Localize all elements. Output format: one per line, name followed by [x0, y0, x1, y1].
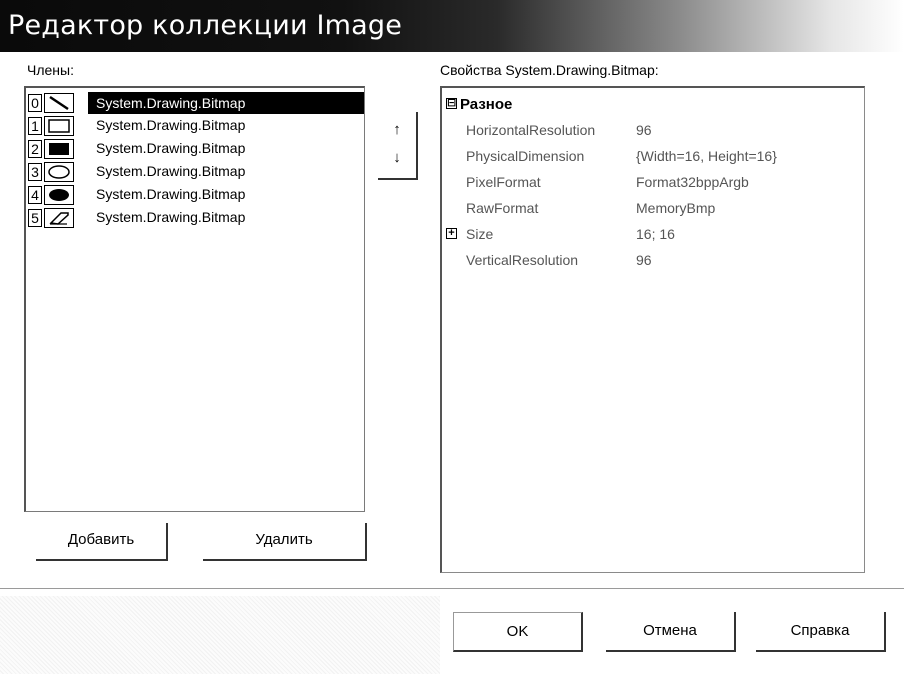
item-label: System.Drawing.Bitmap [96, 140, 246, 156]
property-value: {Width=16, Height=16} [636, 148, 777, 164]
property-value: MemoryBmp [636, 200, 716, 216]
property-row[interactable]: VerticalResolution 96 [442, 248, 862, 274]
ellipse-outline-icon [44, 162, 74, 182]
eraser-icon [44, 208, 74, 228]
item-label: System.Drawing.Bitmap [96, 209, 246, 225]
filled-ellipse-icon [44, 185, 74, 205]
move-down-button[interactable]: ↓ [378, 140, 418, 180]
property-row[interactable]: HorizontalResolution 96 [442, 118, 862, 144]
list-item[interactable]: 5 System.Drawing.Bitmap [28, 207, 363, 230]
ok-button[interactable]: OK [453, 612, 583, 652]
add-button[interactable]: Добавить [36, 523, 168, 561]
property-name: RawFormat [466, 200, 539, 216]
item-index: 5 [28, 209, 42, 227]
list-item[interactable]: 0 System.Drawing.Bitmap [28, 92, 364, 115]
property-row[interactable]: RawFormat MemoryBmp [442, 196, 862, 222]
properties-label: Свойства System.Drawing.Bitmap: [440, 62, 659, 78]
window-title: Редактор коллекции Image [8, 10, 403, 41]
category-row[interactable]: ⊟ Разное [442, 92, 862, 118]
property-value: Format32bppArgb [636, 174, 749, 190]
item-label: System.Drawing.Bitmap [96, 117, 246, 133]
scan-noise [0, 596, 440, 674]
property-name: Size [466, 226, 494, 242]
item-index: 4 [28, 186, 42, 204]
expand-icon[interactable]: + [446, 228, 457, 239]
footer-divider [0, 588, 904, 589]
item-index: 3 [28, 163, 42, 181]
property-grid[interactable]: ⊟ Разное HorizontalResolution 96 Physica… [440, 86, 865, 573]
item-index: 1 [28, 117, 42, 135]
list-item[interactable]: 4 System.Drawing.Bitmap [28, 184, 363, 207]
list-item[interactable]: 2 System.Drawing.Bitmap [28, 138, 363, 161]
property-name: PhysicalDimension [466, 148, 585, 164]
category-label: Разное [460, 96, 513, 113]
item-label: System.Drawing.Bitmap [88, 92, 364, 114]
list-item[interactable]: 1 System.Drawing.Bitmap [28, 115, 363, 138]
property-row[interactable]: PixelFormat Format32bppArgb [442, 170, 862, 196]
property-value: 96 [636, 122, 652, 138]
property-row[interactable]: + Size 16; 16 [442, 222, 862, 248]
remove-button[interactable]: Удалить [203, 523, 367, 561]
collapse-icon[interactable]: ⊟ [446, 98, 457, 109]
members-list[interactable]: 0 System.Drawing.Bitmap 1 System.Drawing… [24, 86, 365, 512]
item-label: System.Drawing.Bitmap [96, 163, 246, 179]
property-value: 96 [636, 252, 652, 268]
rectangle-outline-icon [44, 116, 74, 136]
item-index: 0 [28, 94, 42, 112]
filled-rectangle-icon [44, 139, 74, 159]
title-bar: Редактор коллекции Image [0, 0, 904, 52]
property-name: PixelFormat [466, 174, 541, 190]
cancel-button[interactable]: Отмена [606, 612, 736, 652]
members-label: Члены: [27, 62, 74, 78]
property-row[interactable]: PhysicalDimension {Width=16, Height=16} [442, 144, 862, 170]
help-button[interactable]: Справка [756, 612, 886, 652]
list-item[interactable]: 3 System.Drawing.Bitmap [28, 161, 363, 184]
item-label: System.Drawing.Bitmap [96, 186, 246, 202]
property-value: 16; 16 [636, 226, 675, 242]
property-name: VerticalResolution [466, 252, 579, 268]
item-index: 2 [28, 140, 42, 158]
diagonal-line-icon [44, 93, 74, 113]
property-name: HorizontalResolution [466, 122, 596, 138]
